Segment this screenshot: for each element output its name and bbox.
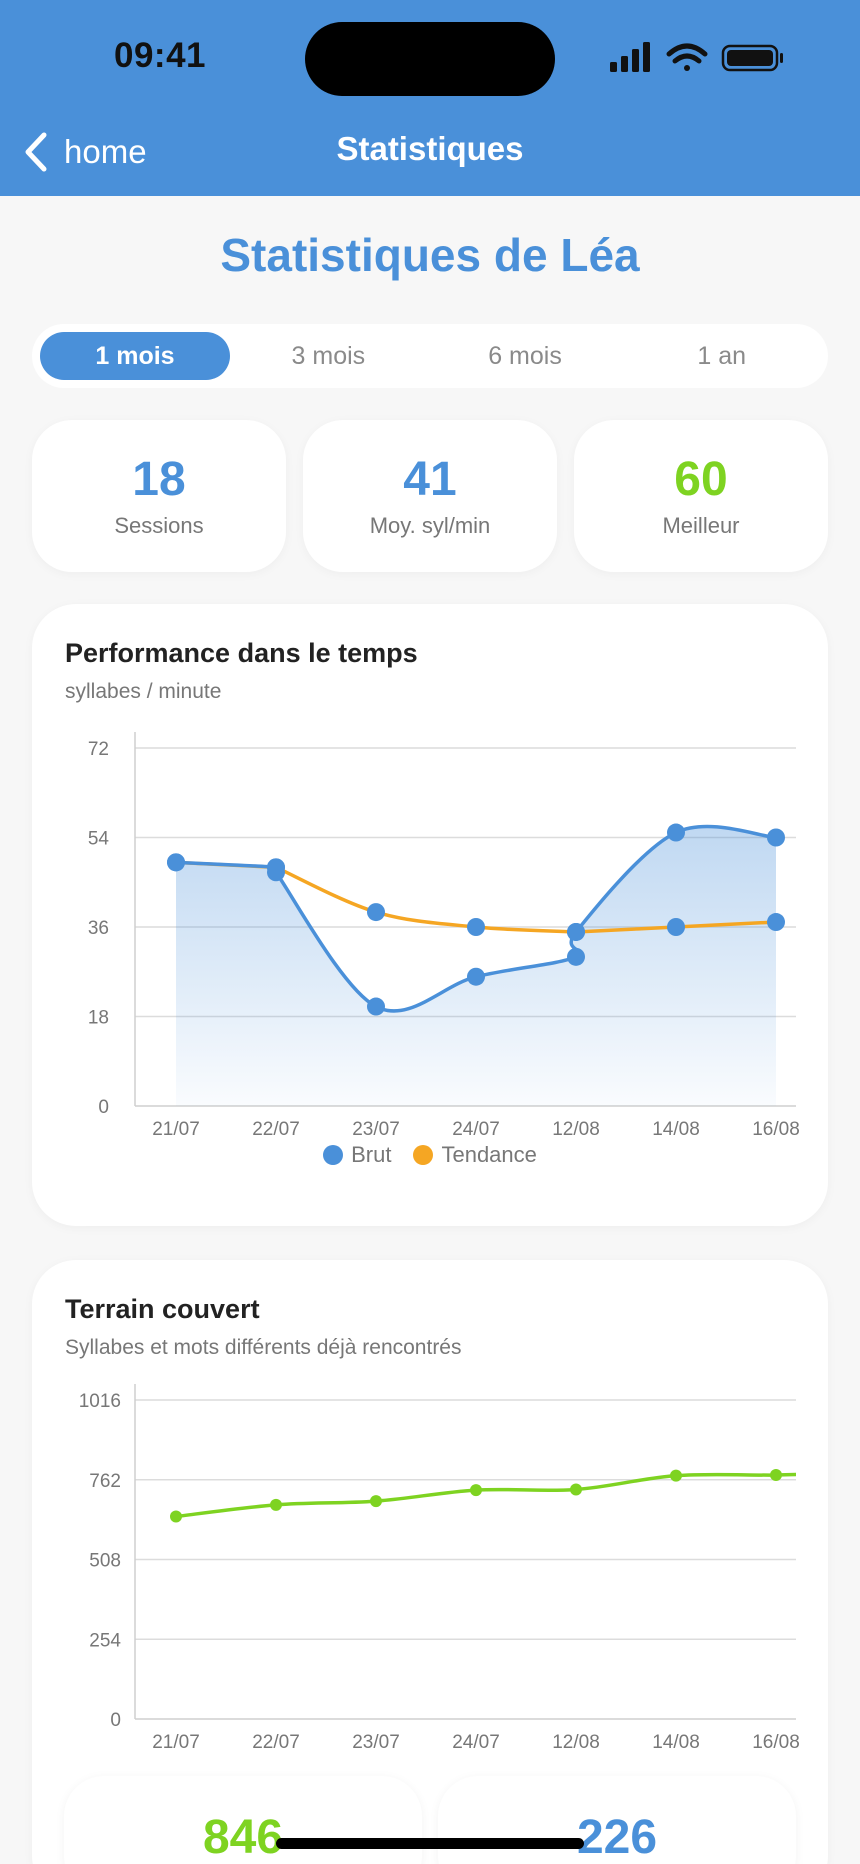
y-tick-label: 508 bbox=[89, 1551, 121, 1572]
performance-chart: 0 18 36 54 72 21/07 22/07 23/07 24/07 12/08 14/08 1… bbox=[88, 732, 800, 1140]
x-tick-label: 21/07 bbox=[152, 1732, 200, 1753]
data-point-brut bbox=[767, 828, 785, 847]
stat-value: 60 bbox=[674, 453, 728, 506]
x-tick-label: 12/08 bbox=[552, 1119, 600, 1140]
x-tick-label: 16/08 bbox=[752, 1119, 800, 1140]
battery-icon bbox=[721, 44, 783, 72]
x-tick-label: 14/08 bbox=[652, 1119, 700, 1140]
dynamic-island bbox=[305, 22, 555, 96]
plot-area bbox=[170, 1469, 796, 1523]
stat-card-average: 41 Moy. syl/min bbox=[303, 420, 557, 572]
performance-card: Performance dans le temps syllabes / min… bbox=[32, 604, 828, 1226]
x-tick-label: 16/08 bbox=[752, 1732, 800, 1753]
plot-area bbox=[167, 823, 785, 1106]
data-point-coverage bbox=[570, 1483, 582, 1496]
stat-label: Moy. syl/min bbox=[369, 513, 491, 538]
status-time: 09:41 bbox=[114, 36, 207, 75]
x-tick-label: 23/07 bbox=[352, 1119, 400, 1140]
x-tick-label: 22/07 bbox=[252, 1732, 300, 1753]
data-point-tendance bbox=[467, 918, 485, 936]
data-point-brut bbox=[667, 823, 685, 842]
period-selector: 1 mois 3 mois 6 mois 1 an bbox=[32, 324, 828, 388]
y-tick-label: 0 bbox=[98, 1097, 109, 1118]
data-point-coverage bbox=[270, 1498, 282, 1511]
stat-label: Sessions bbox=[114, 513, 204, 538]
x-tick-label: 22/07 bbox=[252, 1119, 300, 1140]
legend-item-brut: Brut bbox=[323, 1142, 391, 1168]
stat-card-sessions: 18 Sessions bbox=[32, 420, 286, 572]
period-6-months[interactable]: 6 mois bbox=[427, 332, 624, 380]
app-header: 09:41 home Statistiques bbox=[0, 0, 860, 196]
stat-value: 41 bbox=[403, 453, 457, 506]
y-tick-label: 254 bbox=[89, 1630, 121, 1651]
period-3-months[interactable]: 3 mois bbox=[230, 332, 427, 380]
y-tick-label: 762 bbox=[89, 1471, 121, 1492]
data-point-tendance bbox=[767, 913, 785, 932]
data-point-coverage bbox=[170, 1510, 182, 1523]
coverage-chart: 0 254 508 762 1016 21/07 22/07 23/07 24/07 12/08 1… bbox=[79, 1384, 800, 1753]
stat-card-best: 60 Meilleur bbox=[574, 420, 828, 572]
home-indicator bbox=[276, 1838, 584, 1849]
data-point-brut bbox=[367, 997, 385, 1016]
data-point-coverage bbox=[670, 1469, 682, 1482]
period-1-month[interactable]: 1 mois bbox=[40, 332, 230, 380]
unique-words-value: 226 bbox=[576, 1811, 658, 1864]
page-title: Statistiques de Léa bbox=[220, 229, 640, 281]
data-point-brut bbox=[267, 863, 285, 882]
unique-syllables-card: 846 bbox=[64, 1776, 422, 1864]
x-tick-label: 21/07 bbox=[152, 1119, 200, 1140]
data-point-tendance bbox=[367, 903, 385, 922]
y-tick-label: 36 bbox=[88, 918, 109, 939]
data-point-coverage bbox=[470, 1484, 482, 1497]
y-tick-label: 1016 bbox=[79, 1391, 121, 1412]
x-tick-label: 14/08 bbox=[652, 1732, 700, 1753]
period-1-year[interactable]: 1 an bbox=[623, 332, 820, 380]
data-point-brut bbox=[567, 947, 585, 966]
y-tick-label: 18 bbox=[88, 1008, 109, 1029]
stat-value: 18 bbox=[132, 453, 186, 506]
y-tick-label: 0 bbox=[110, 1710, 121, 1731]
y-tick-label: 72 bbox=[88, 739, 109, 760]
x-tick-label: 24/07 bbox=[452, 1119, 500, 1140]
stat-label: Meilleur bbox=[662, 513, 740, 538]
x-tick-label: 12/08 bbox=[552, 1732, 600, 1753]
status-icons bbox=[610, 42, 783, 72]
data-point-brut bbox=[467, 967, 485, 986]
x-tick-label: 24/07 bbox=[452, 1732, 500, 1753]
y-tick-label: 54 bbox=[88, 829, 110, 850]
data-point-coverage bbox=[370, 1495, 382, 1508]
wifi-icon bbox=[666, 43, 708, 71]
x-tick-label: 23/07 bbox=[352, 1732, 400, 1753]
data-point-brut bbox=[567, 922, 585, 941]
legend-label-brut: Brut bbox=[351, 1142, 392, 1167]
data-point-brut bbox=[167, 853, 185, 872]
signal-icon bbox=[610, 42, 650, 72]
legend-label-tendance: Tendance bbox=[441, 1142, 537, 1167]
legend-item-tendance: Tendance bbox=[413, 1142, 537, 1168]
unique-syllables-value: 846 bbox=[202, 1811, 284, 1864]
unique-words-card: 226 bbox=[438, 1776, 796, 1864]
legend-dot-tendance bbox=[413, 1145, 434, 1165]
data-point-coverage bbox=[770, 1469, 782, 1482]
legend-dot-brut bbox=[323, 1145, 344, 1165]
data-point-tendance bbox=[667, 918, 685, 936]
nav-title: Statistiques bbox=[336, 130, 524, 167]
coverage-card: Terrain couvert Syllabes et mots différe… bbox=[32, 1260, 828, 1864]
performance-legend: Brut Tendance bbox=[32, 1142, 828, 1168]
